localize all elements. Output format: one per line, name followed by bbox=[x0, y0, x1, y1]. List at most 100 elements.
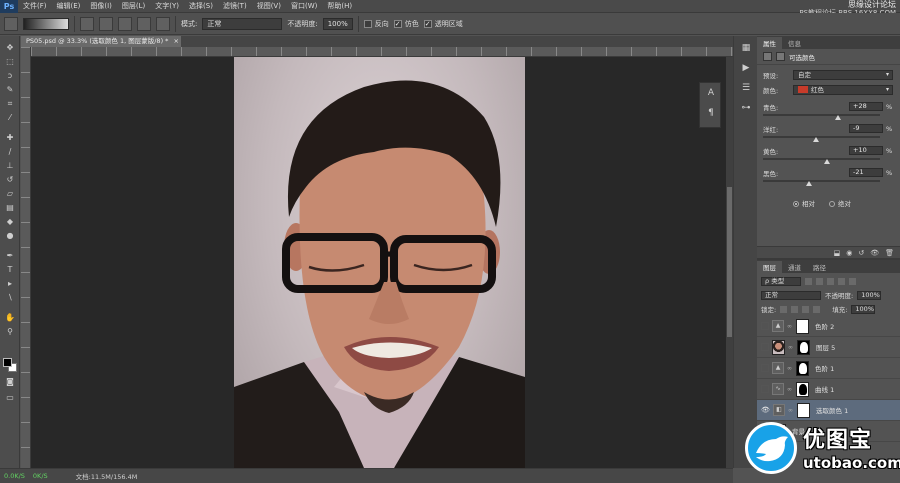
status-doc-info[interactable]: 文档:11.5M/156.4M bbox=[76, 471, 138, 481]
character-icon[interactable]: A bbox=[705, 87, 717, 99]
lock-all-icon[interactable] bbox=[813, 305, 821, 313]
filter-type-icon[interactable] bbox=[827, 277, 834, 285]
layer-opacity-input[interactable]: 100% bbox=[857, 290, 882, 300]
filter-shape-icon[interactable] bbox=[838, 277, 845, 285]
gradient-tool-icon[interactable]: ▤ bbox=[4, 202, 16, 213]
slider-value-input[interactable]: -9 bbox=[849, 124, 883, 133]
visibility-eye-icon[interactable] bbox=[761, 343, 769, 351]
tool-presets-icon[interactable]: ⊶ bbox=[740, 102, 752, 114]
visibility-icon[interactable]: 👁 bbox=[870, 249, 879, 257]
tab-channels[interactable]: 通道 bbox=[782, 261, 807, 273]
menu-select[interactable]: 选择(S) bbox=[184, 1, 218, 11]
visibility-eye-icon[interactable]: 👁 bbox=[761, 406, 770, 414]
slider-value-input[interactable]: +10 bbox=[849, 146, 883, 155]
menu-window[interactable]: 窗口(W) bbox=[286, 1, 322, 11]
slider-knob[interactable] bbox=[834, 115, 841, 120]
relative-option[interactable]: 相对 bbox=[793, 198, 815, 208]
layer-kind-filter[interactable]: ρ 类型 bbox=[761, 276, 801, 286]
delete-adjustment-icon[interactable]: 🗑 bbox=[885, 249, 894, 257]
slider-knob[interactable] bbox=[806, 181, 813, 186]
slider-knob[interactable] bbox=[824, 159, 831, 164]
blend-mode-select[interactable]: 正常 bbox=[761, 290, 821, 300]
menu-view[interactable]: 视图(V) bbox=[252, 1, 286, 11]
actions-play-icon[interactable]: ▶ bbox=[740, 62, 752, 74]
link-icon[interactable]: ∞ bbox=[787, 323, 793, 330]
link-icon[interactable]: ∞ bbox=[787, 365, 793, 372]
reverse-option[interactable]: 反向 bbox=[363, 19, 389, 29]
slider-knob[interactable] bbox=[813, 137, 820, 142]
diamond-gradient-icon[interactable] bbox=[156, 16, 170, 31]
slider-track[interactable] bbox=[763, 178, 880, 186]
transparency-checkbox[interactable]: ✓ bbox=[423, 19, 432, 28]
eraser-tool-icon[interactable]: ▱ bbox=[4, 188, 16, 199]
lasso-tool-icon[interactable]: ↄ bbox=[4, 70, 16, 81]
gradient-picker[interactable] bbox=[23, 17, 69, 30]
link-icon[interactable]: ∞ bbox=[787, 386, 793, 393]
radial-gradient-icon[interactable] bbox=[99, 16, 113, 31]
document-photo[interactable] bbox=[234, 57, 525, 468]
canvas-scrollbar[interactable] bbox=[726, 57, 733, 468]
filter-pixel-icon[interactable] bbox=[805, 277, 812, 285]
move-tool-icon[interactable]: ✥ bbox=[4, 42, 16, 53]
visibility-eye-icon[interactable] bbox=[761, 364, 769, 372]
clone-stamp-tool-icon[interactable]: ⊥ bbox=[4, 160, 16, 171]
link-icon[interactable]: ∞ bbox=[788, 344, 794, 351]
lock-image-icon[interactable] bbox=[791, 305, 799, 313]
slider-track[interactable] bbox=[763, 156, 880, 164]
layer-mask-thumbnail[interactable] bbox=[796, 318, 809, 334]
link-icon[interactable]: ∞ bbox=[788, 407, 794, 414]
path-select-tool-icon[interactable]: ▸ bbox=[4, 278, 16, 289]
screen-mode-icon[interactable]: ▭ bbox=[4, 392, 16, 403]
tab-info[interactable]: 信息 bbox=[782, 37, 807, 49]
adjustments-icon[interactable]: ☰ bbox=[740, 82, 752, 94]
preset-select[interactable]: 自定 bbox=[793, 69, 893, 80]
reverse-checkbox[interactable] bbox=[363, 19, 372, 28]
linear-gradient-icon[interactable] bbox=[80, 16, 94, 31]
slider-value-input[interactable]: -21 bbox=[849, 168, 883, 177]
menu-type[interactable]: 文字(Y) bbox=[150, 1, 184, 11]
layer-row[interactable]: ▲ ∞ 色阶 1 bbox=[757, 358, 900, 379]
document-tab[interactable]: PS05.psd @ 33.3% (选取颜色 1, 图层蒙版/8) * × bbox=[21, 36, 181, 47]
slider-track[interactable] bbox=[763, 134, 880, 142]
visibility-eye-icon[interactable] bbox=[761, 385, 769, 393]
lock-transparent-icon[interactable] bbox=[780, 305, 788, 313]
horizontal-ruler[interactable] bbox=[31, 47, 733, 57]
marquee-tool-icon[interactable]: ⬚ bbox=[4, 56, 16, 67]
menu-filter[interactable]: 滤镜(T) bbox=[218, 1, 252, 11]
colors-select[interactable]: 红色 bbox=[793, 84, 893, 95]
slider-track[interactable] bbox=[763, 112, 880, 120]
opacity-input[interactable]: 100% bbox=[322, 17, 353, 30]
eyedropper-tool-icon[interactable]: ⁄ bbox=[4, 112, 16, 123]
hand-tool-icon[interactable]: ✋ bbox=[4, 312, 16, 323]
tab-layers[interactable]: 图层 bbox=[757, 261, 782, 273]
clip-to-layer-icon[interactable]: ⬓ bbox=[834, 249, 841, 257]
color-swatches[interactable] bbox=[3, 358, 17, 372]
menu-help[interactable]: 帮助(H) bbox=[322, 1, 357, 11]
layer-mask-thumbnail[interactable] bbox=[796, 381, 809, 397]
layer-mask-thumbnail[interactable] bbox=[797, 402, 810, 418]
line-tool-icon[interactable]: ∖ bbox=[4, 292, 16, 303]
dodge-tool-icon[interactable]: ● bbox=[4, 230, 16, 241]
scrollbar-thumb[interactable] bbox=[727, 187, 732, 337]
dither-option[interactable]: ✓ 仿色 bbox=[393, 19, 419, 29]
history-icon[interactable]: ▦ bbox=[740, 42, 752, 54]
relative-radio[interactable] bbox=[793, 201, 799, 207]
view-previous-icon[interactable]: ◉ bbox=[846, 249, 852, 257]
filter-smart-icon[interactable] bbox=[849, 277, 856, 285]
dither-checkbox[interactable]: ✓ bbox=[393, 19, 402, 28]
layer-mask-thumbnail[interactable] bbox=[796, 360, 809, 376]
gradient-tool-preset-icon[interactable] bbox=[4, 16, 18, 31]
absolute-option[interactable]: 绝对 bbox=[829, 198, 851, 208]
document-close-icon[interactable]: × bbox=[174, 37, 179, 45]
tab-properties[interactable]: 属性 bbox=[757, 37, 782, 49]
slider-value-input[interactable]: +28 bbox=[849, 102, 883, 111]
fill-input[interactable]: 100% bbox=[851, 304, 876, 314]
layer-row[interactable]: ∿ ∞ 曲线 1 bbox=[757, 379, 900, 400]
mode-select[interactable]: 正常 bbox=[202, 17, 283, 30]
tab-paths[interactable]: 路径 bbox=[807, 261, 832, 273]
quick-select-tool-icon[interactable]: ✎ bbox=[4, 84, 16, 95]
lock-position-icon[interactable] bbox=[802, 305, 810, 313]
filter-adjustment-icon[interactable] bbox=[816, 277, 823, 285]
healing-brush-tool-icon[interactable]: ✚ bbox=[4, 132, 16, 143]
transparency-option[interactable]: ✓ 透明区域 bbox=[423, 19, 463, 29]
